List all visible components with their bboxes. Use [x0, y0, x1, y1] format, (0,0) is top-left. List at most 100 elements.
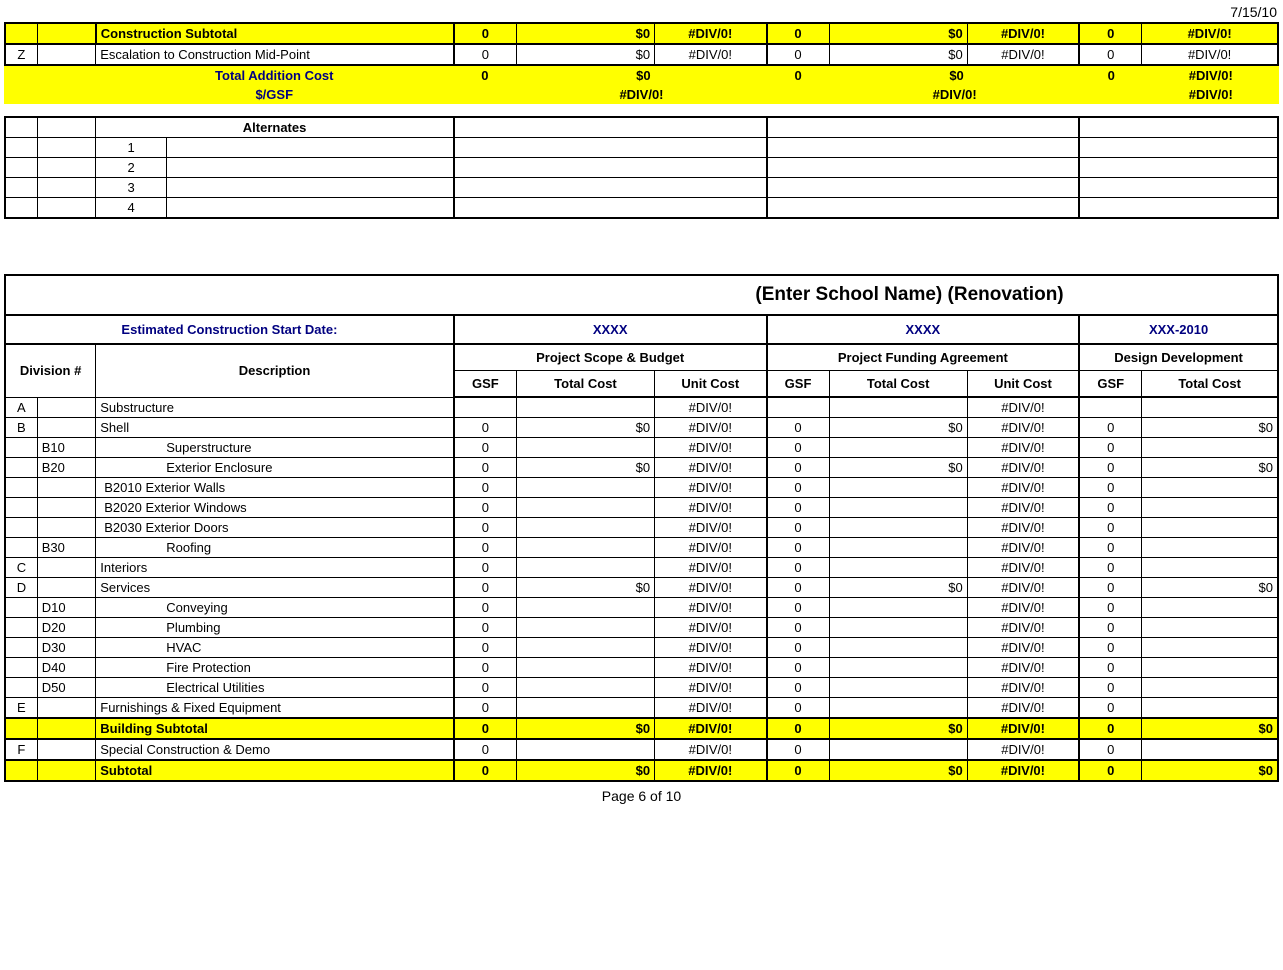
start-date-row: Estimated Construction Start Date: XXXX … — [5, 315, 1278, 344]
cell: #DIV/0! — [655, 438, 767, 458]
header-date: 7/15/10 — [4, 4, 1279, 20]
cell — [516, 397, 654, 418]
cell: 0 — [1079, 678, 1142, 698]
cell: #DIV/0! — [967, 698, 1079, 719]
description-cell: Interiors — [96, 558, 454, 578]
alt-num: 2 — [96, 158, 167, 178]
description-cell: Services — [96, 578, 454, 598]
cell: 0 — [1079, 658, 1142, 678]
totalcost-header: Total Cost — [1142, 371, 1278, 398]
description-cell: Exterior Enclosure — [96, 458, 454, 478]
cell — [829, 558, 967, 578]
alt-desc[interactable] — [166, 158, 453, 178]
cell: 0 — [454, 658, 517, 678]
cell — [1142, 558, 1278, 578]
table-row: B20Exterior Enclosure0$0#DIV/0!0$0#DIV/0… — [5, 458, 1278, 478]
div-b: D40 — [37, 658, 96, 678]
summary-table: Construction Subtotal 0 $0 #DIV/0! 0 $0 … — [4, 22, 1279, 66]
table-row: BShell0$0#DIV/0!0$0#DIV/0!0$0 — [5, 418, 1278, 438]
alternate-row: 3 — [5, 178, 1278, 198]
cell: 0 — [1079, 418, 1142, 438]
cell: 0 — [767, 638, 830, 658]
cell: 0 — [1079, 538, 1142, 558]
div-a — [5, 658, 37, 678]
cell: #DIV/0! — [655, 718, 767, 739]
cell: #DIV/0! — [967, 598, 1079, 618]
div-b: B10 — [37, 438, 96, 458]
cell: 0 — [767, 760, 830, 781]
cell — [1142, 618, 1278, 638]
div-a: E — [5, 698, 37, 719]
escalation-label: Escalation to Construction Mid-Point — [96, 44, 454, 65]
cell: 0 — [767, 44, 830, 65]
alt-desc[interactable] — [166, 198, 453, 219]
cell: 0 — [767, 418, 830, 438]
cell — [516, 598, 654, 618]
special-code: F — [5, 739, 37, 760]
cell — [829, 678, 967, 698]
cell: $0 — [829, 718, 967, 739]
cell: 0 — [767, 458, 830, 478]
alt-desc[interactable] — [166, 138, 453, 158]
escalation-row: Z Escalation to Construction Mid-Point 0… — [5, 44, 1278, 65]
cell: #DIV/0! — [967, 678, 1079, 698]
cell — [516, 698, 654, 719]
cell: 0 — [1079, 44, 1142, 65]
cell: 0 — [767, 558, 830, 578]
cell: #DIV/0! — [655, 739, 767, 760]
div-b — [37, 418, 96, 438]
cell: 0 — [454, 478, 517, 498]
cell: 0 — [454, 718, 517, 739]
description-cell: B2030 Exterior Doors — [96, 518, 454, 538]
cell: #DIV/0! — [655, 418, 767, 438]
div-b — [37, 478, 96, 498]
cell: #DIV/0! — [967, 518, 1079, 538]
cell: $0 — [1142, 458, 1278, 478]
description-cell: Shell — [96, 418, 454, 438]
total-addition-row: Total Addition Cost 0 $0 0 $0 0 #DIV/0! — [4, 66, 1279, 85]
cell: #DIV/0! — [655, 458, 767, 478]
cell: $0 — [829, 66, 967, 85]
cell: #DIV/0! — [967, 438, 1079, 458]
div-a — [5, 598, 37, 618]
div-b: B20 — [37, 458, 96, 478]
cell: #DIV/0! — [967, 760, 1079, 781]
alt-num: 1 — [96, 138, 167, 158]
group1-header: Project Scope & Budget — [454, 344, 767, 371]
cell: #DIV/0! — [655, 678, 767, 698]
div-b — [37, 558, 96, 578]
cell — [1142, 478, 1278, 498]
cell — [829, 698, 967, 719]
cell — [516, 618, 654, 638]
alt-desc[interactable] — [166, 178, 453, 198]
cell: #DIV/0! — [655, 397, 767, 418]
table-row: D50Electrical Utilities0#DIV/0!0#DIV/0!0 — [5, 678, 1278, 698]
cell: 0 — [454, 518, 517, 538]
cell: 0 — [1079, 718, 1142, 739]
cell: #DIV/0! — [655, 658, 767, 678]
cell: #DIV/0! — [967, 44, 1079, 65]
cell — [829, 498, 967, 518]
cell: #DIV/0! — [967, 478, 1079, 498]
div-b — [37, 498, 96, 518]
cell: 0 — [1079, 698, 1142, 719]
cell: 0 — [454, 498, 517, 518]
div-a — [5, 638, 37, 658]
cell — [516, 518, 654, 538]
div-a — [5, 438, 37, 458]
cell — [516, 638, 654, 658]
cell — [1142, 739, 1278, 760]
cell: $0 — [516, 718, 654, 739]
cell: #DIV/0! — [967, 558, 1079, 578]
special-construction-row: F Special Construction & Demo 0 #DIV/0! … — [5, 739, 1278, 760]
cell: 0 — [454, 698, 517, 719]
cell: $0 — [516, 458, 654, 478]
cell: 0 — [767, 518, 830, 538]
cell: #DIV/0! — [829, 85, 1080, 104]
alternates-table: Alternates 1 2 3 4 — [4, 116, 1279, 219]
cell — [454, 397, 517, 418]
alternate-row: 4 — [5, 198, 1278, 219]
cell — [516, 739, 654, 760]
group-header-row: Division # Description Project Scope & B… — [5, 344, 1278, 371]
cell: 0 — [1079, 578, 1142, 598]
